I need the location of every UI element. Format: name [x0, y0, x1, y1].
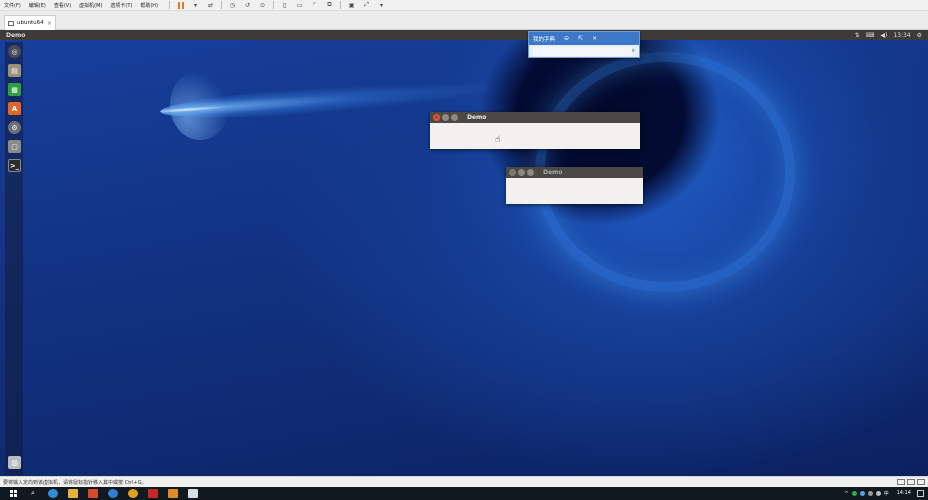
- vmware-statusbar: 要将输入定向到该虚拟机，请将鼠标指针移入其中或按 Ctrl+G。: [0, 476, 928, 487]
- network-device-icon[interactable]: [897, 479, 905, 485]
- chrome-icon[interactable]: [126, 488, 140, 499]
- menu-vm[interactable]: 虚拟机(M): [75, 2, 106, 9]
- trash-icon[interactable]: ▥: [8, 456, 21, 469]
- dictionary-popup-title: 我的字典: [533, 36, 556, 43]
- keyboard-icon[interactable]: ⌨: [866, 32, 875, 39]
- pdf-reader-icon[interactable]: [146, 488, 160, 499]
- input-method-icon[interactable]: ⇅: [855, 32, 860, 39]
- software-center-icon[interactable]: A: [8, 102, 21, 115]
- toolbar-separator: [340, 1, 342, 9]
- ubuntu-desktop[interactable]: [0, 40, 928, 476]
- minimize-button[interactable]: [518, 169, 525, 176]
- ubuntu-top-panel: Demo ⇅ ⌨ ◀) 13:34 ⚙: [0, 30, 928, 40]
- vmware-menubar: 文件(F) 编辑(E) 查看(V) 虚拟机(M) 选项卡(T) 帮助(H) ▾ …: [0, 0, 928, 11]
- close-button[interactable]: ×: [433, 114, 440, 121]
- system-tray: ^ 中 14:14: [844, 490, 928, 497]
- window-title: Demo: [543, 169, 563, 176]
- pause-icon: [177, 1, 184, 9]
- power-dropdown-icon[interactable]: ▾: [190, 1, 201, 10]
- menu-help[interactable]: 帮助(H): [136, 2, 162, 9]
- volume-icon[interactable]: ◀): [880, 32, 887, 39]
- application-icon[interactable]: ▢: [8, 140, 21, 153]
- dictionary-popup-header: 我的字典 ⊖ ⇱ ×: [529, 32, 639, 45]
- menu-file[interactable]: 文件(F): [0, 2, 25, 9]
- panel-clock[interactable]: 13:34: [893, 32, 910, 39]
- demo-window-active[interactable]: × Demo: [430, 112, 640, 149]
- search-icon[interactable]: ⌕: [26, 488, 40, 499]
- display-device-icon[interactable]: [917, 479, 925, 485]
- vmware-workstation-icon[interactable]: [186, 488, 200, 499]
- tray-expand-icon[interactable]: ^: [844, 491, 848, 497]
- dash-home-icon[interactable]: ◎: [8, 45, 21, 58]
- hand-cursor-icon: ☝: [495, 135, 501, 145]
- taskbar-clock[interactable]: 14:14: [897, 491, 911, 496]
- search-icon[interactable]: ⌕: [632, 47, 635, 55]
- taskbar-time: 14:14: [896, 490, 911, 496]
- toolbar-separator: [221, 1, 223, 9]
- volume-icon[interactable]: [875, 491, 881, 496]
- usb-device-icon[interactable]: [907, 479, 915, 485]
- status-hint-text: 要将输入定向到该虚拟机，请将鼠标指针移入其中或按 Ctrl+G。: [3, 479, 147, 486]
- menu-view[interactable]: 查看(V): [50, 2, 75, 9]
- popup-close-button[interactable]: ×: [592, 35, 597, 42]
- dictionary-popup: 我的字典 ⊖ ⇱ × ⌕: [528, 31, 640, 58]
- office-icon[interactable]: [86, 488, 100, 499]
- vm-tab-label: ubuntu64: [17, 20, 44, 26]
- panel-indicators: ⇅ ⌨ ◀) 13:34 ⚙: [852, 32, 928, 39]
- window-titlebar[interactable]: × Demo: [430, 112, 640, 123]
- taskbar-app-icon[interactable]: [46, 488, 60, 499]
- stretch-dropdown-icon[interactable]: ▾: [376, 1, 387, 10]
- tab-close-icon[interactable]: ×: [47, 20, 52, 27]
- system-settings-icon[interactable]: ⚙: [8, 121, 21, 134]
- file-explorer-icon[interactable]: [66, 488, 80, 499]
- start-button[interactable]: [6, 488, 20, 499]
- popup-pin-button[interactable]: ⇱: [578, 35, 583, 42]
- send-ctrl-alt-del-icon[interactable]: ⇄: [205, 1, 216, 10]
- maximize-button[interactable]: [451, 114, 458, 121]
- panel-app-title: Demo: [6, 31, 26, 39]
- files-icon[interactable]: ▤: [8, 64, 21, 77]
- windows-taskbar: ⌕ ^ 中 14:14: [0, 487, 928, 500]
- taskbar-app-icon[interactable]: [166, 488, 180, 499]
- tray-app-icon[interactable]: [851, 491, 857, 496]
- ime-icon[interactable]: 中: [884, 490, 889, 497]
- tray-app-icon[interactable]: [859, 491, 865, 496]
- snapshot-restore-icon[interactable]: ↺: [242, 1, 253, 10]
- vm-tab-icon: [8, 20, 14, 26]
- console-view-icon[interactable]: ▣: [346, 1, 357, 10]
- unity-icon[interactable]: ⧉: [324, 1, 335, 10]
- notification-center-icon[interactable]: [917, 490, 924, 497]
- maximize-button[interactable]: [527, 169, 534, 176]
- dictionary-search-row: ⌕: [529, 45, 639, 57]
- minimize-button[interactable]: [442, 114, 449, 121]
- window-titlebar[interactable]: Demo: [506, 167, 643, 178]
- popup-collapse-button[interactable]: ⊖: [564, 35, 569, 42]
- menu-tabs[interactable]: 选项卡(T): [106, 2, 136, 9]
- snapshot-icon[interactable]: ◷: [227, 1, 238, 10]
- session-gear-icon[interactable]: ⚙: [917, 32, 922, 39]
- stretch-icon[interactable]: ⤢: [361, 1, 372, 10]
- vmware-toolbar: ▾ ⇄ ◷ ↺ ⊙ ▯ ▭ ⌜ ⧉ ▣ ⤢ ▾: [166, 1, 389, 10]
- fullscreen-icon[interactable]: ⌜: [309, 1, 320, 10]
- device-status-icons: [895, 479, 928, 485]
- network-icon[interactable]: [867, 491, 873, 496]
- close-button[interactable]: [509, 169, 516, 176]
- menu-edit[interactable]: 编辑(E): [25, 2, 50, 9]
- vmware-tabbar: ubuntu64 ×: [0, 11, 928, 30]
- terminal-icon[interactable]: >_: [8, 159, 21, 172]
- pause-button[interactable]: [175, 1, 186, 10]
- toolbar-separator: [273, 1, 275, 9]
- demo-window-inactive[interactable]: Demo: [506, 167, 643, 204]
- unity-launcher: ◎ ▤ ▦ A ⚙ ▢ >_ ▥: [5, 42, 23, 475]
- thumbnail-icon[interactable]: ▭: [294, 1, 305, 10]
- libreoffice-calc-icon[interactable]: ▦: [8, 83, 21, 96]
- vm-tab-ubuntu64[interactable]: ubuntu64 ×: [4, 15, 56, 30]
- dictionary-search-input[interactable]: [533, 46, 632, 56]
- toolbar-separator: [169, 1, 171, 9]
- library-icon[interactable]: ▯: [279, 1, 290, 10]
- edge-icon[interactable]: [106, 488, 120, 499]
- windows-logo-icon: [9, 490, 17, 497]
- snapshot-manager-icon[interactable]: ⊙: [257, 1, 268, 10]
- window-title: Demo: [467, 114, 487, 121]
